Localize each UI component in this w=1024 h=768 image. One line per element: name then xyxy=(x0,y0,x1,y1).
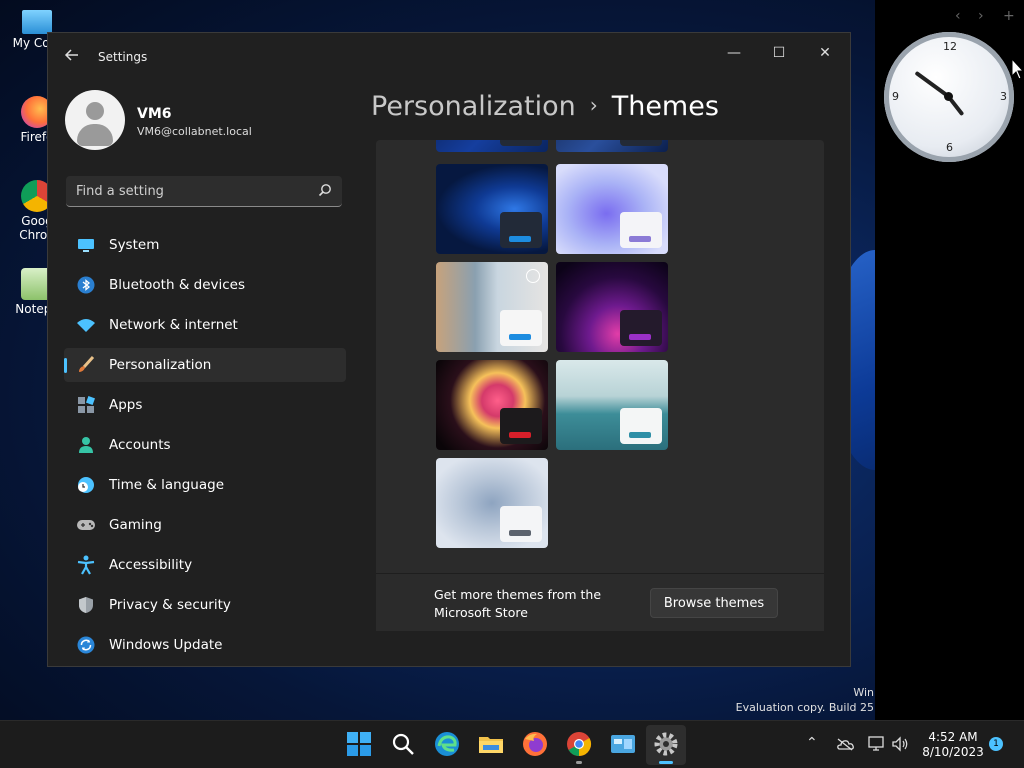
avatar-body xyxy=(77,124,113,146)
theme-preview-window xyxy=(620,140,662,146)
taskbar: ⌃ 4:52 AM 8/10/2023 1 xyxy=(0,720,1024,768)
theme-thumbnail[interactable] xyxy=(556,140,668,152)
themes-footer: Get more themes from the Microsoft Store… xyxy=(376,573,824,631)
gamepad-icon xyxy=(76,515,96,535)
user-name: VM6 xyxy=(137,106,172,122)
avatar[interactable] xyxy=(65,90,125,150)
search-box[interactable] xyxy=(66,176,342,207)
chrome-icon[interactable] xyxy=(566,731,592,757)
minimize-button[interactable]: — xyxy=(714,41,754,65)
camera-icon xyxy=(526,269,540,283)
breadcrumb: Personalization › Themes xyxy=(371,91,719,122)
sidebar-item-accounts[interactable]: Accounts xyxy=(64,428,346,462)
clock-center-pin xyxy=(944,92,953,101)
gadget-next-button[interactable]: › xyxy=(978,8,984,24)
gadget-add-button[interactable]: + xyxy=(1003,8,1015,24)
paintbrush-icon xyxy=(76,355,96,375)
breadcrumb-parent[interactable]: Personalization xyxy=(371,91,576,122)
clock-number-9: 9 xyxy=(892,90,899,103)
sidebar-item-accessibility[interactable]: Accessibility xyxy=(64,548,346,582)
themes-panel xyxy=(376,140,824,630)
sidebar-nav: System Bluetooth & devices Network & int… xyxy=(64,228,346,668)
file-explorer-icon[interactable] xyxy=(478,731,504,757)
sidebar-item-bluetooth[interactable]: Bluetooth & devices xyxy=(64,268,346,302)
onedrive-offline-icon[interactable] xyxy=(836,737,854,751)
shield-icon xyxy=(76,595,96,615)
theme-thumbnail[interactable] xyxy=(436,164,548,254)
theme-preview-window xyxy=(500,506,542,542)
chrome-running-indicator xyxy=(576,761,582,764)
sidebar-item-privacy[interactable]: Privacy & security xyxy=(64,588,346,622)
settings-window: Settings — ☐ ✕ VM6 VM6@collabnet.local S… xyxy=(47,32,851,667)
control-panel-icon[interactable] xyxy=(610,731,636,757)
monitor-icon xyxy=(22,10,52,34)
theme-thumbnail[interactable] xyxy=(556,164,668,254)
globe-clock-icon xyxy=(76,475,96,495)
mouse-cursor-icon xyxy=(1011,58,1024,80)
windows-start-icon[interactable] xyxy=(346,731,372,757)
accessibility-icon xyxy=(76,555,96,575)
update-icon xyxy=(76,635,96,655)
volume-icon[interactable] xyxy=(892,736,910,752)
bluetooth-icon xyxy=(76,275,96,295)
theme-preview-window xyxy=(500,310,542,346)
sidebar-item-windows-update[interactable]: Windows Update xyxy=(64,628,346,662)
clock-number-3: 3 xyxy=(1000,90,1007,103)
theme-preview-window xyxy=(620,212,662,248)
taskbar-clock[interactable]: 4:52 AM 8/10/2023 xyxy=(921,730,985,760)
back-button[interactable] xyxy=(64,47,84,67)
clock-number-12: 12 xyxy=(943,40,957,53)
theme-preview-window xyxy=(500,140,542,146)
theme-preview-window xyxy=(500,212,542,248)
network-wired-icon[interactable] xyxy=(868,736,886,752)
edge-icon[interactable] xyxy=(434,731,460,757)
sidebar-item-personalization[interactable]: Personalization xyxy=(64,348,346,382)
close-button[interactable]: ✕ xyxy=(805,41,845,65)
theme-thumbnail[interactable] xyxy=(436,140,548,152)
sidebar-item-time-language[interactable]: Time & language xyxy=(64,468,346,502)
watermark-line1: Win xyxy=(853,686,874,699)
maximize-button[interactable]: ☐ xyxy=(759,41,799,65)
taskbar-time: 4:52 AM xyxy=(928,730,978,744)
clock-gadget[interactable]: 12 3 6 9 xyxy=(884,32,1014,162)
theme-preview-window xyxy=(500,408,542,444)
settings-gear-icon[interactable] xyxy=(653,731,679,757)
apps-icon xyxy=(76,395,96,415)
search-icon[interactable] xyxy=(318,183,332,197)
notification-badge[interactable]: 1 xyxy=(989,737,1003,751)
sidebar-item-apps[interactable]: Apps xyxy=(64,388,346,422)
theme-thumbnail[interactable] xyxy=(556,262,668,352)
settings-active-indicator xyxy=(659,761,673,764)
firefox-icon[interactable] xyxy=(522,731,548,757)
chevron-up-icon[interactable]: ⌃ xyxy=(806,735,818,751)
clock-number-6: 6 xyxy=(946,141,953,154)
theme-thumbnail[interactable] xyxy=(556,360,668,450)
search-icon[interactable] xyxy=(390,731,416,757)
watermark-line2: Evaluation copy. Build 25 xyxy=(735,701,874,714)
avatar-head xyxy=(86,102,104,120)
theme-thumbnail[interactable] xyxy=(436,262,548,352)
theme-thumbnail[interactable] xyxy=(436,360,548,450)
page-title: Themes xyxy=(611,91,719,122)
theme-preview-window xyxy=(620,408,662,444)
taskbar-date: 8/10/2023 xyxy=(922,745,984,759)
person-icon xyxy=(76,435,96,455)
theme-thumbnail[interactable] xyxy=(436,458,548,548)
gadget-prev-button[interactable]: ‹ xyxy=(955,8,961,24)
monitor-icon xyxy=(76,235,96,255)
app-title: Settings xyxy=(98,50,148,64)
store-promo-text: Get more themes from the Microsoft Store xyxy=(434,587,602,620)
user-email: VM6@collabnet.local xyxy=(137,125,252,138)
search-input[interactable] xyxy=(66,176,326,206)
browse-themes-button[interactable]: Browse themes xyxy=(650,588,778,618)
title-bar[interactable]: Settings — ☐ ✕ xyxy=(48,33,850,83)
wifi-icon xyxy=(76,315,96,335)
sidebar-item-system[interactable]: System xyxy=(64,228,346,262)
sidebar-item-gaming[interactable]: Gaming xyxy=(64,508,346,542)
breadcrumb-separator: › xyxy=(589,93,598,117)
sidebar-item-network[interactable]: Network & internet xyxy=(64,308,346,342)
arrow-left-icon xyxy=(64,49,78,61)
theme-preview-window xyxy=(620,310,662,346)
